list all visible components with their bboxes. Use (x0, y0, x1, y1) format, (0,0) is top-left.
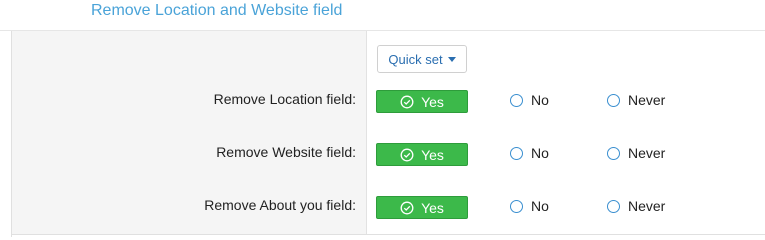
bottom-border (12, 234, 765, 235)
remove-about-you-yes-button[interactable]: Yes (376, 196, 468, 219)
section-title: Remove Location and Website field (91, 2, 343, 19)
remove-location-never-option[interactable]: Never (607, 92, 665, 108)
remove-about-you-no-option[interactable]: No (510, 198, 549, 214)
check-circle-icon (400, 95, 414, 108)
check-circle-icon (400, 148, 414, 161)
yes-label: Yes (421, 146, 444, 163)
quick-set-dropdown[interactable]: Quick set (377, 45, 467, 73)
remove-website-never-option[interactable]: Never (607, 145, 665, 161)
no-label: No (531, 198, 549, 214)
quick-set-label: Quick set (388, 51, 443, 67)
radio-never[interactable] (607, 199, 620, 213)
never-label: Never (628, 198, 666, 214)
remove-location-label: Remove Location field: (213, 91, 356, 107)
never-label: Never (628, 145, 666, 161)
remove-website-no-option[interactable]: No (510, 145, 549, 161)
radio-never[interactable] (607, 146, 620, 160)
radio-no[interactable] (510, 93, 523, 107)
never-label: Never (628, 92, 666, 108)
radio-no[interactable] (510, 199, 523, 213)
yes-label: Yes (421, 199, 444, 216)
remove-about-you-label: Remove About you field: (204, 197, 356, 213)
settings-panel: Remove Location and Website field Quick … (0, 0, 765, 237)
check-circle-icon (400, 201, 414, 214)
remove-location-yes-button[interactable]: Yes (376, 90, 468, 113)
remove-website-label: Remove Website field: (216, 144, 356, 160)
yes-label: Yes (421, 93, 444, 110)
no-label: No (531, 145, 549, 161)
radio-never[interactable] (607, 93, 620, 107)
remove-location-no-option[interactable]: No (510, 92, 549, 108)
section-header: Remove Location and Website field (0, 0, 765, 31)
remove-about-you-never-option[interactable]: Never (607, 198, 665, 214)
radio-no[interactable] (510, 146, 523, 160)
caret-down-icon (447, 57, 456, 62)
no-label: No (531, 92, 549, 108)
remove-website-yes-button[interactable]: Yes (376, 143, 468, 166)
